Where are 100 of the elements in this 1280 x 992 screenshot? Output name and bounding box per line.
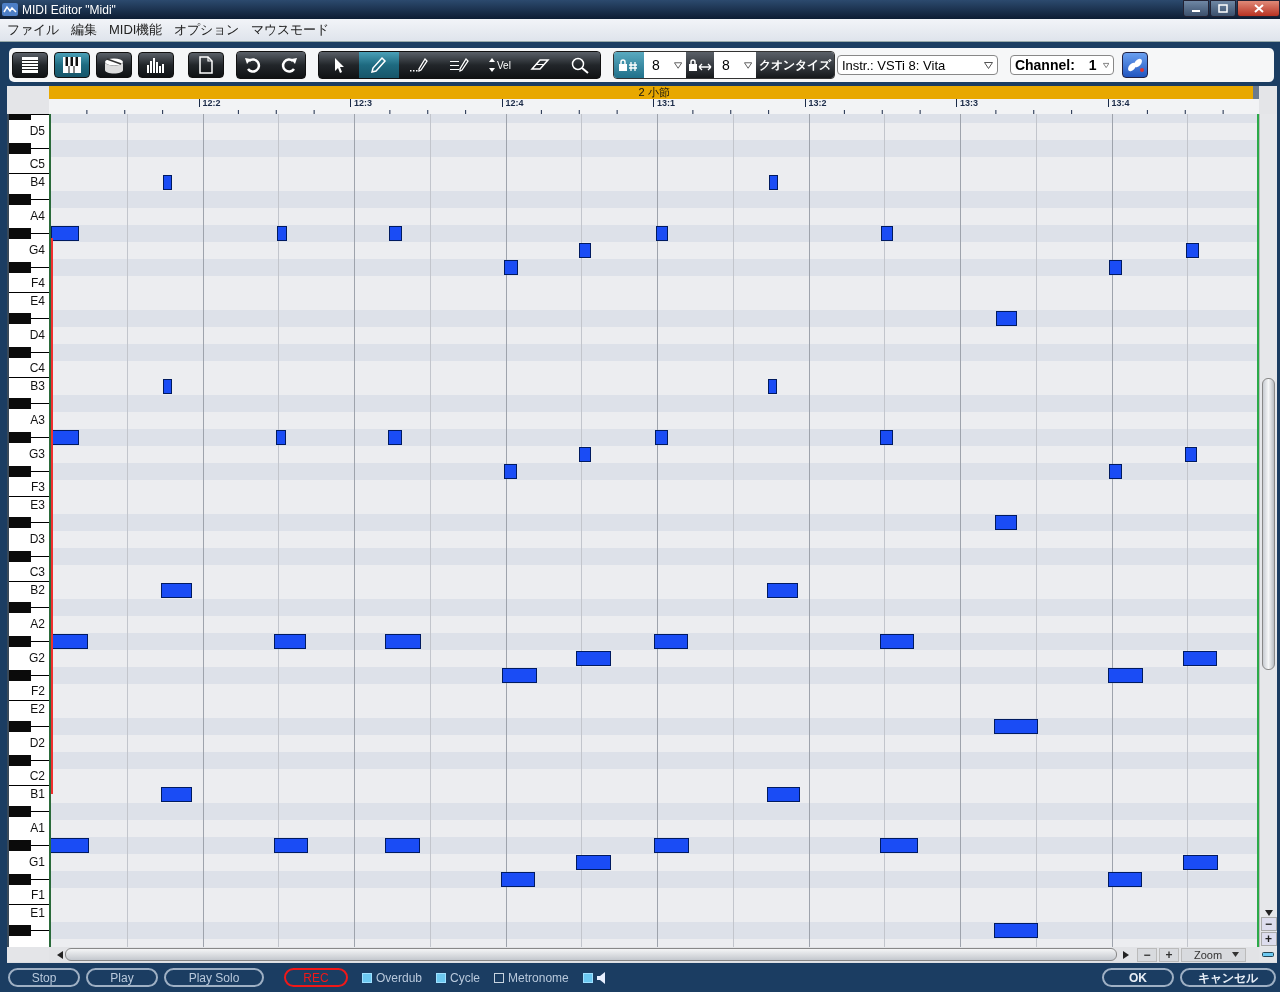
key-label: D2 <box>29 734 46 752</box>
new-file-button[interactable] <box>188 52 224 78</box>
app-icon <box>2 3 18 16</box>
key-label: D5 <box>29 122 46 140</box>
scroll-left-icon[interactable] <box>57 950 63 959</box>
list-view-button[interactable] <box>12 52 48 78</box>
sharp-key[interactable] <box>9 805 31 817</box>
zoom-step-button[interactable]: + <box>1159 947 1179 962</box>
key-label: F4 <box>31 275 46 292</box>
midi-note[interactable] <box>768 378 777 394</box>
close-icon <box>1253 4 1264 13</box>
key-label: G1 <box>29 853 46 871</box>
caret-icon <box>983 61 993 69</box>
ruler-label: 13:3 <box>956 99 978 107</box>
key-label: B2 <box>30 581 46 599</box>
range-handle[interactable] <box>1253 86 1259 99</box>
sharp-key[interactable] <box>9 465 31 477</box>
midi-note[interactable] <box>163 174 172 190</box>
key-label: D3 <box>29 530 46 548</box>
midi-note[interactable] <box>277 225 287 241</box>
window-title: MIDI Editor "Midi" <box>22 2 117 17</box>
transport-button[interactable]: Play <box>86 968 158 987</box>
transport-button[interactable]: Play Solo <box>164 968 264 987</box>
sharp-key[interactable] <box>9 227 31 239</box>
menu-item[interactable]: 編集 <box>68 21 104 39</box>
quantize-button[interactable]: クオンタイズ <box>755 52 834 78</box>
caret-icon <box>1102 61 1109 69</box>
key-label: E4 <box>30 292 46 310</box>
menu-item[interactable]: オプション <box>171 21 247 39</box>
midi-note[interactable] <box>769 174 778 190</box>
transport-button[interactable]: Stop <box>8 968 80 987</box>
cancel-button[interactable]: キャンセル <box>1180 968 1276 987</box>
checkbox-label: Cycle <box>450 970 481 985</box>
ruler-label: 13:4 <box>1107 99 1130 107</box>
velocity-view-button[interactable] <box>138 52 174 78</box>
length-dropdown[interactable]: 8 <box>713 52 756 78</box>
zoom-step-button[interactable]: − <box>1137 947 1157 962</box>
key-label: B1 <box>30 785 46 803</box>
minimize-button[interactable] <box>1183 0 1209 17</box>
sharp-key[interactable] <box>9 397 31 409</box>
grid-dropdown[interactable]: 8 <box>643 52 686 78</box>
ok-button[interactable]: OK <box>1102 968 1174 987</box>
scroll-right-icon[interactable] <box>1123 950 1129 959</box>
piano-roll-button[interactable] <box>54 52 90 78</box>
ruler-label: 13:2 <box>804 99 827 107</box>
key-label: D4 <box>29 326 46 344</box>
caret-icon <box>673 61 682 69</box>
drum-editor-button[interactable] <box>96 52 132 78</box>
menu-item[interactable]: ファイル <box>4 21 66 39</box>
zoom-step-button[interactable]: + <box>1260 932 1277 946</box>
sharp-key[interactable] <box>9 720 31 732</box>
sharp-key[interactable] <box>9 754 31 766</box>
checkbox[interactable] <box>582 972 593 983</box>
sharp-key[interactable] <box>9 142 31 154</box>
sharp-key[interactable] <box>9 635 31 647</box>
caret-icon <box>1232 952 1240 957</box>
checkbox[interactable] <box>494 972 505 983</box>
panel-toggle-icon[interactable] <box>1262 952 1274 957</box>
key-label: C5 <box>29 156 46 173</box>
menu-item[interactable]: MIDI機能 <box>106 21 170 39</box>
sharp-key[interactable] <box>9 839 31 851</box>
checkbox[interactable] <box>362 972 372 983</box>
lock-grid-icon <box>617 58 640 72</box>
midi-note[interactable] <box>163 378 172 394</box>
key-label: G4 <box>29 241 46 259</box>
key-label: E2 <box>30 700 46 718</box>
sharp-key[interactable] <box>9 431 31 443</box>
sharp-key[interactable] <box>9 669 31 681</box>
sharp-key[interactable] <box>9 261 31 273</box>
drum-icon <box>103 55 125 75</box>
key-label: A2 <box>30 615 46 633</box>
close-button[interactable] <box>1237 0 1280 17</box>
list-view-icon <box>19 55 41 75</box>
ruler-label: 13:1 <box>653 99 675 107</box>
sharp-key[interactable] <box>9 193 31 205</box>
maximize-button[interactable] <box>1210 0 1236 17</box>
piano-keys-icon <box>61 55 83 75</box>
zoom-dropdown[interactable]: Zoom <box>1181 947 1247 962</box>
key-label: G3 <box>29 445 46 463</box>
sharp-key[interactable] <box>9 601 31 613</box>
channel-dropdown[interactable]: Channel: 1 <box>1009 55 1114 75</box>
checkbox[interactable] <box>436 972 447 983</box>
link-button[interactable] <box>1121 52 1148 78</box>
instrument-dropdown[interactable]: Instr.: VSTi 8: Vita <box>836 55 998 75</box>
zoom-step-button[interactable]: − <box>1260 917 1277 931</box>
sharp-key[interactable] <box>9 550 31 562</box>
sharp-key[interactable] <box>9 346 31 358</box>
scrollbar-thumb[interactable] <box>1262 378 1275 670</box>
sharp-key[interactable] <box>9 516 31 528</box>
sharp-key[interactable] <box>9 924 31 936</box>
key-label: F3 <box>31 479 46 496</box>
sharp-key[interactable] <box>9 312 31 324</box>
sharp-key[interactable] <box>9 873 31 885</box>
pencil-tool-button[interactable] <box>359 52 399 78</box>
key-label: C4 <box>29 360 46 377</box>
midi-note[interactable] <box>276 429 286 445</box>
scrollbar-thumb[interactable] <box>65 948 1117 961</box>
menu-item[interactable]: マウスモード <box>248 21 337 39</box>
key-label: F2 <box>31 683 46 700</box>
key-label: A1 <box>30 819 46 837</box>
